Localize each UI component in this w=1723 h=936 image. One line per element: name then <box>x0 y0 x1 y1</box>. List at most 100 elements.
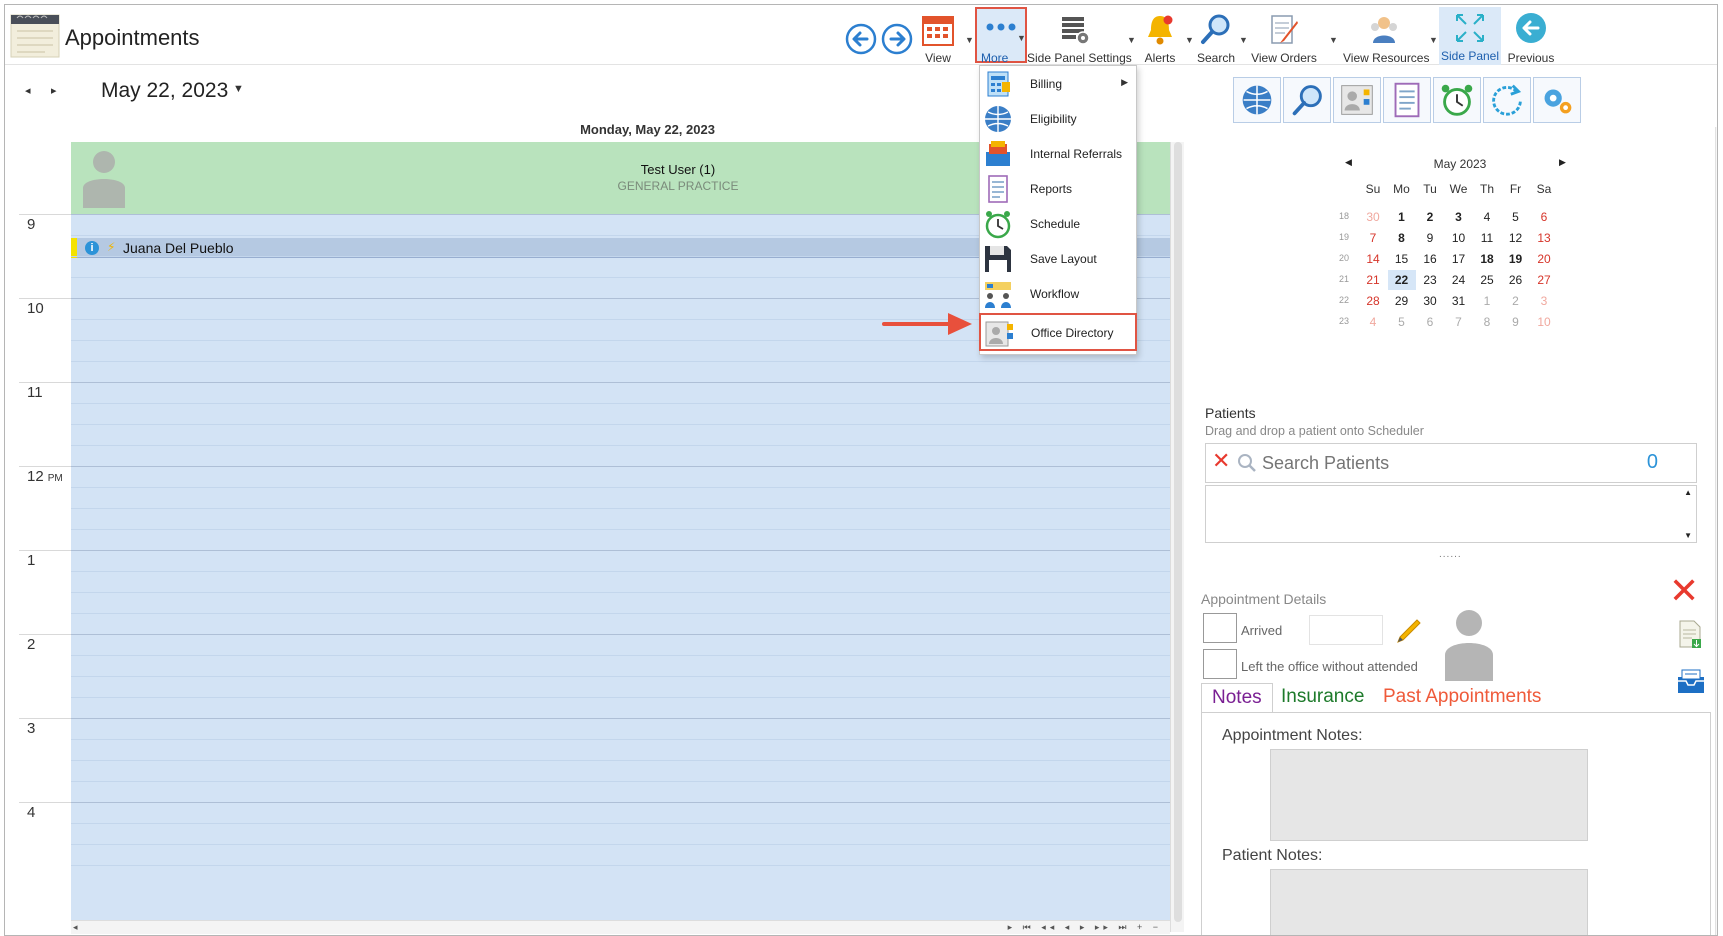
calendar-day[interactable]: 21 <box>1359 270 1387 290</box>
calendar-day[interactable]: 6 <box>1416 312 1444 332</box>
menu-item-schedule[interactable]: Schedule <box>980 206 1136 241</box>
refresh-icon[interactable] <box>1483 77 1531 123</box>
calendar-day[interactable]: 22 <box>1387 270 1416 290</box>
forward-arrow-icon[interactable] <box>881 23 913 55</box>
calendar-day[interactable]: 13 <box>1530 228 1558 248</box>
calendar-day[interactable]: 3 <box>1530 291 1558 311</box>
calendar-day[interactable]: 8 <box>1473 312 1501 332</box>
calendar-day[interactable]: 8 <box>1388 228 1416 248</box>
info-icon[interactable]: i <box>85 241 99 255</box>
calendar-day[interactable]: 9 <box>1502 312 1530 332</box>
calendar-prev-icon[interactable]: ◀ <box>1345 157 1352 168</box>
alerts-button[interactable]: Alerts <box>1139 9 1181 65</box>
panel-splitter[interactable]: ...... <box>1439 549 1462 560</box>
search-dropdown-icon[interactable]: ▼ <box>1239 35 1248 45</box>
patient-notes-field[interactable] <box>1270 869 1588 935</box>
calendar-day[interactable]: 12 <box>1502 228 1530 248</box>
menu-item-eligibility[interactable]: Eligibility <box>980 101 1136 136</box>
calendar-day[interactable]: 25 <box>1473 270 1501 290</box>
search-button[interactable]: Search <box>1195 9 1237 65</box>
resources-dropdown-icon[interactable]: ▼ <box>1429 35 1438 45</box>
calendar-day[interactable]: 30 <box>1416 291 1444 311</box>
globe-network-icon[interactable] <box>1233 77 1281 123</box>
patient-results-list[interactable]: ▲ ▼ <box>1205 485 1697 543</box>
contact-card-icon[interactable] <box>1333 77 1381 123</box>
document-download-icon[interactable] <box>1677 619 1703 649</box>
calendar-day[interactable]: 31 <box>1445 291 1473 311</box>
next-day-icon[interactable]: ▸ <box>51 84 57 97</box>
side-panel-button[interactable]: Side Panel <box>1439 7 1501 65</box>
tab-notes[interactable]: Notes <box>1201 683 1273 713</box>
calendar-day[interactable]: 19 <box>1502 249 1530 269</box>
calendar-day[interactable]: 23 <box>1416 270 1444 290</box>
schedule-vertical-scrollbar[interactable] <box>1170 142 1184 932</box>
calendar-day[interactable]: 9 <box>1416 228 1444 248</box>
calendar-day[interactable]: 14 <box>1359 249 1387 269</box>
scroll-up-icon[interactable]: ▲ <box>1684 488 1692 497</box>
menu-item-office-directory[interactable]: Office Directory <box>979 313 1137 351</box>
calendar-day[interactable]: 26 <box>1502 270 1530 290</box>
calendar-next-icon[interactable]: ▶ <box>1559 157 1566 168</box>
settings-dropdown-icon[interactable]: ▼ <box>1127 35 1136 45</box>
calendar-day[interactable]: 10 <box>1445 228 1473 248</box>
calendar-day[interactable]: 15 <box>1388 249 1416 269</box>
calendar-day[interactable]: 27 <box>1530 270 1558 290</box>
left-office-checkbox[interactable] <box>1203 649 1237 679</box>
calendar-day[interactable]: 18 <box>1473 249 1501 269</box>
alerts-dropdown-icon[interactable]: ▼ <box>1185 35 1194 45</box>
calendar-day[interactable]: 7 <box>1359 228 1387 248</box>
calendar-day[interactable]: 2 <box>1416 207 1444 227</box>
arrived-checkbox[interactable] <box>1203 613 1237 643</box>
previous-button[interactable]: Previous <box>1505 9 1557 65</box>
calendar-day[interactable]: 30 <box>1359 207 1387 227</box>
tab-insurance[interactable]: Insurance <box>1271 683 1374 713</box>
gears-icon[interactable] <box>1533 77 1581 123</box>
calendar-day[interactable]: 4 <box>1473 207 1501 227</box>
calendar-day[interactable]: 24 <box>1445 270 1473 290</box>
back-arrow-icon[interactable] <box>845 23 877 55</box>
arrived-time-field[interactable] <box>1309 615 1383 645</box>
calendar-day[interactable]: 1 <box>1473 291 1501 311</box>
patient-search-input[interactable] <box>1262 450 1602 476</box>
calendar-day[interactable]: 10 <box>1530 312 1558 332</box>
calendar-day[interactable]: 11 <box>1473 228 1501 248</box>
scroll-left-icon[interactable]: ◂ <box>73 922 78 933</box>
calendar-day[interactable]: 3 <box>1445 207 1473 227</box>
scrollbar-thumb[interactable] <box>1174 142 1182 922</box>
calendar-day[interactable]: 29 <box>1388 291 1416 311</box>
menu-item-save-layout[interactable]: Save Layout <box>980 241 1136 276</box>
calendar-day[interactable]: 16 <box>1416 249 1444 269</box>
tab-past-appointments[interactable]: Past Appointments <box>1373 683 1551 713</box>
calendar-day[interactable]: 5 <box>1388 312 1416 332</box>
view-orders-button[interactable]: View Orders <box>1251 9 1317 65</box>
appointment-notes-field[interactable] <box>1270 749 1588 841</box>
view-resources-button[interactable]: View Resources <box>1343 9 1429 65</box>
scroll-down-icon[interactable]: ▼ <box>1684 531 1692 540</box>
calendar-day[interactable]: 6 <box>1530 207 1558 227</box>
pencil-icon[interactable] <box>1393 616 1423 646</box>
side-panel-settings-button[interactable]: Side Panel Settings <box>1027 9 1132 65</box>
date-dropdown-icon[interactable]: ▼ <box>233 83 244 95</box>
calendar-day[interactable]: 5 <box>1502 207 1530 227</box>
clear-search-icon[interactable]: ✕ <box>1212 450 1230 472</box>
menu-item-reports[interactable]: Reports <box>980 171 1136 206</box>
view-button[interactable]: View <box>915 9 961 65</box>
view-dropdown-icon[interactable]: ▼ <box>965 35 974 45</box>
delete-icon[interactable]: ✕ <box>1669 573 1699 609</box>
calendar-day[interactable]: 28 <box>1359 291 1387 311</box>
page-controls[interactable]: ▸ ⏮ ◂◂ ◂ ▸ ▸▸ ⏭ + − <box>1008 922 1162 933</box>
magnifier-icon[interactable] <box>1283 77 1331 123</box>
current-date[interactable]: May 22, 2023 <box>101 79 228 103</box>
schedule-horizontal-scrollbar[interactable]: ◂ ▸ ⏮ ◂◂ ◂ ▸ ▸▸ ⏭ + − <box>71 920 1170 934</box>
calendar-day[interactable]: 17 <box>1445 249 1473 269</box>
orders-dropdown-icon[interactable]: ▼ <box>1329 35 1338 45</box>
menu-item-billing[interactable]: Billing ▶ <box>980 66 1136 101</box>
more-button[interactable]: More ▼ <box>975 7 1027 65</box>
calendar-day[interactable]: 20 <box>1530 249 1558 269</box>
prev-day-icon[interactable]: ◂ <box>25 84 31 97</box>
calendar-day[interactable]: 4 <box>1359 312 1387 332</box>
menu-item-internal-referrals[interactable]: Internal Referrals <box>980 136 1136 171</box>
calendar-day[interactable]: 1 <box>1388 207 1416 227</box>
calendar-day[interactable]: 2 <box>1502 291 1530 311</box>
calendar-day[interactable]: 7 <box>1445 312 1473 332</box>
